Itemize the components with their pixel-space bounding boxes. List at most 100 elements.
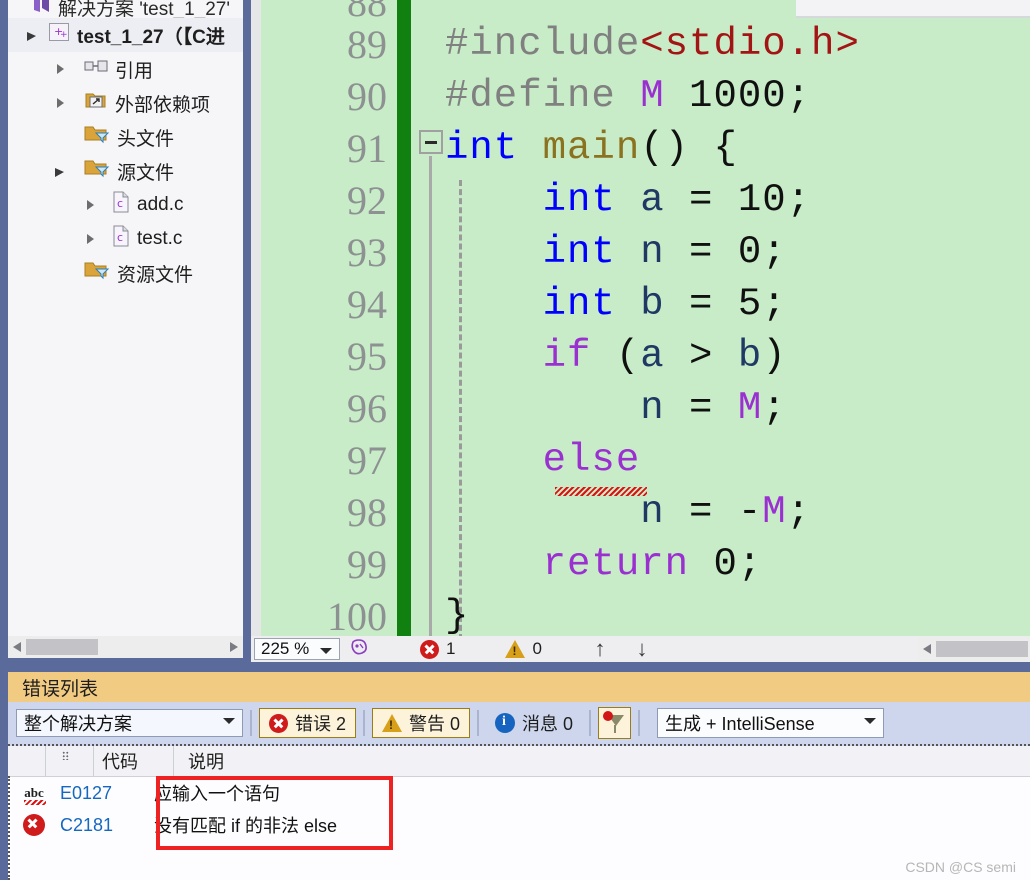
scroll-left-icon[interactable]: [918, 638, 936, 660]
c-file-icon: c: [112, 191, 130, 219]
filter-folder-icon: [84, 158, 110, 184]
sidebar-item-label: test.c: [137, 228, 183, 249]
code-line-96[interactable]: n = M;: [445, 389, 787, 428]
code-line-91[interactable]: int main() {: [445, 129, 738, 168]
line-number: 95: [347, 334, 387, 379]
sidebar-item-label: test_1_27（【C进: [77, 26, 225, 48]
warning-triangle-icon: [382, 714, 403, 732]
code-line-92[interactable]: int a = 10;: [445, 181, 811, 220]
line-number: 94: [347, 282, 387, 327]
line-number: 98: [347, 490, 387, 535]
line-number: 92: [347, 178, 387, 223]
solution-icon: [32, 0, 52, 19]
chevron-down-icon[interactable]: [320, 648, 332, 654]
sidebar-item-source-files[interactable]: 源文件: [8, 154, 243, 188]
line-number: 93: [347, 230, 387, 275]
tree-row-solution[interactable]: 解决方案 'test_1_27': [8, 0, 243, 20]
sidebar-item-header-files[interactable]: 头文件: [8, 120, 243, 154]
code-line-98[interactable]: n = -M;: [445, 493, 811, 532]
solution-tree: 解决方案 'test_1_27' + + test_1_27（【C进 引用 外部…: [8, 0, 243, 290]
line-number: 90: [347, 74, 387, 119]
chevron-right-icon[interactable]: [84, 232, 98, 246]
build-filter-dropdown[interactable]: 生成 + IntelliSense: [657, 708, 885, 738]
chevron-down-icon[interactable]: [223, 718, 235, 724]
next-issue-arrow-icon[interactable]: ↓: [632, 638, 652, 660]
chevron-down-icon[interactable]: [26, 28, 40, 42]
code-line-89[interactable]: #include<stdio.h>: [445, 25, 860, 64]
chevron-right-icon[interactable]: [84, 198, 98, 212]
toolbar-separator: [363, 710, 366, 736]
zoom-level-value: 225 %: [261, 639, 310, 658]
zoom-level-dropdown[interactable]: 225 %: [254, 638, 340, 660]
error-list-toolbar: 整个解决方案 错误 2 警告 0 消息 0: [8, 702, 1030, 746]
funnel-badge-icon: [603, 711, 614, 721]
error-code: C2181: [60, 814, 114, 835]
warnings-filter-button[interactable]: 警告 0: [372, 708, 471, 738]
change-indicator-bar: [397, 0, 411, 636]
code-line-93[interactable]: int n = 0;: [445, 233, 787, 272]
code-editor[interactable]: 88 89 90 91 92 93 94 95 96 97 98 99 100 …: [251, 0, 1030, 636]
status-error-count[interactable]: 1: [420, 639, 455, 659]
toolbar-separator: [589, 710, 592, 736]
error-description: 应输入一个语句: [154, 784, 280, 804]
code-line-95[interactable]: if (a > b): [445, 337, 787, 376]
chevron-right-icon[interactable]: [54, 62, 68, 76]
filter-folder-icon: [84, 260, 110, 286]
external-dependencies-icon: [84, 90, 108, 116]
line-number: 89: [347, 22, 387, 67]
solution-explorer-hscrollbar[interactable]: [8, 636, 243, 658]
toolbar-separator: [250, 710, 252, 736]
warning-triangle-icon: [505, 640, 526, 658]
sidebar-item-test-c[interactable]: c test.c: [8, 222, 243, 256]
svg-text:c: c: [117, 197, 123, 210]
error-list-panel: 错误列表 整个解决方案 错误 2 警告 0 消息 0: [8, 672, 1030, 880]
line-number: 96: [347, 386, 387, 431]
filter-settings-button[interactable]: [598, 707, 632, 739]
sidebar-item-add-c[interactable]: c add.c: [8, 188, 243, 222]
status-warning-value: 0: [532, 639, 542, 658]
column-header-description[interactable]: 说明: [174, 746, 834, 776]
column-header-blank[interactable]: [8, 746, 46, 776]
scroll-right-icon[interactable]: [225, 636, 243, 658]
code-line-90[interactable]: #define M 1000;: [445, 77, 811, 116]
editor-hscrollbar[interactable]: [918, 636, 1030, 662]
scope-dropdown[interactable]: 整个解决方案: [16, 709, 243, 737]
scroll-left-icon[interactable]: [8, 636, 26, 658]
status-warning-count[interactable]: 0: [505, 639, 542, 659]
prev-issue-arrow-icon[interactable]: ↑: [590, 638, 610, 660]
scrollbar-thumb[interactable]: [936, 641, 1028, 657]
error-circle-icon: [8, 814, 60, 836]
sidebar-item-resource-files[interactable]: 资源文件: [8, 256, 243, 290]
sidebar-item-external-dependencies[interactable]: 外部依赖项: [8, 86, 243, 120]
svg-text:+: +: [60, 30, 68, 40]
outlining-column[interactable]: [411, 0, 445, 636]
code-line-94[interactable]: int b = 5;: [445, 285, 787, 324]
table-row[interactable]: C2181 没有匹配 if 的非法 else: [8, 809, 1030, 841]
column-header-code[interactable]: 代码: [94, 746, 174, 776]
scope-dropdown-value: 整个解决方案: [24, 714, 132, 734]
sidebar-item-project[interactable]: + + test_1_27（【C进: [8, 18, 243, 52]
line-number: 100: [327, 594, 387, 637]
intellisense-brain-icon[interactable]: [348, 636, 370, 663]
error-list-title: 错误列表: [8, 672, 1030, 702]
collapse-fold-icon[interactable]: [419, 130, 443, 154]
chevron-down-icon[interactable]: [864, 718, 877, 724]
toolbar-separator: [638, 710, 641, 736]
code-line-100[interactable]: }: [445, 597, 469, 636]
scrollbar-thumb[interactable]: [26, 639, 98, 655]
messages-filter-label: 消息 0: [522, 714, 574, 734]
column-header-grip[interactable]: [46, 746, 94, 776]
table-row[interactable]: abc E0127 应输入一个语句: [8, 777, 1030, 809]
sidebar-item-references[interactable]: 引用: [8, 52, 243, 86]
line-number: 99: [347, 542, 387, 587]
watermark: CSDN @CS semi: [905, 859, 1016, 875]
errors-filter-button[interactable]: 错误 2: [259, 708, 357, 738]
code-line-99[interactable]: return 0;: [445, 545, 762, 584]
chevron-right-icon[interactable]: [54, 96, 68, 110]
error-circle-icon: [269, 713, 288, 733]
code-text-area[interactable]: #include<stdio.h> #define M 1000; int ma…: [445, 0, 1030, 636]
messages-filter-button[interactable]: 消息 0: [486, 708, 582, 738]
error-list-header-row: 代码 说明: [8, 746, 1030, 777]
code-line-97[interactable]: else: [445, 441, 640, 480]
chevron-down-icon[interactable]: [54, 164, 68, 178]
